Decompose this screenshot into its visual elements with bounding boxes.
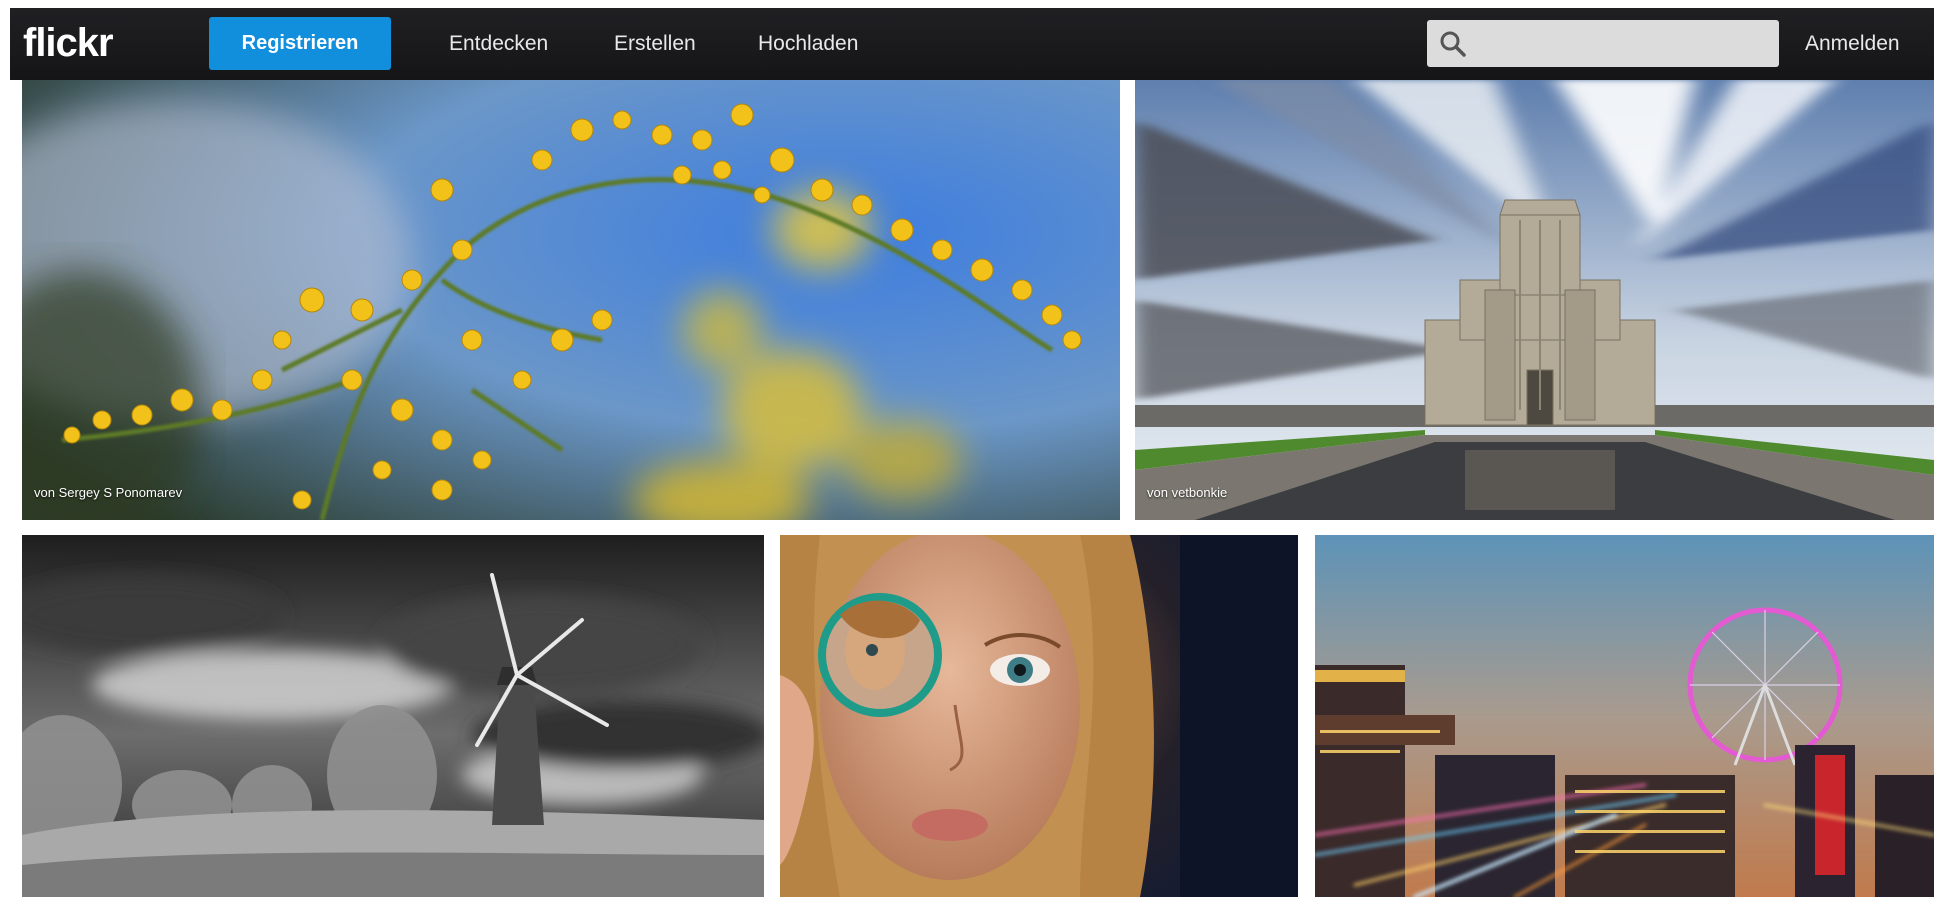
nav-explore[interactable]: Entdecken — [449, 32, 548, 56]
flickr-logo[interactable]: flickr — [23, 20, 114, 66]
search-input[interactable] — [1477, 28, 1771, 60]
photo-tile-building[interactable]: von vetbonkie — [1135, 80, 1934, 520]
flower-photo-image — [22, 80, 1120, 520]
nav-create[interactable]: Erstellen — [614, 32, 696, 56]
photo-tile-flower[interactable]: von Sergey S Ponomarev — [22, 80, 1120, 520]
login-link[interactable]: Anmelden — [1805, 32, 1900, 56]
city-photo-image — [1315, 535, 1934, 897]
photo-credit[interactable]: von Sergey S Ponomarev — [34, 485, 182, 500]
photo-tile-windmill[interactable] — [22, 535, 764, 897]
photo-tile-city[interactable] — [1315, 535, 1934, 897]
search-box[interactable] — [1427, 20, 1779, 67]
windmill-photo-image — [22, 535, 764, 897]
top-navigation-bar: flickr Registrieren Entdecken Erstellen … — [10, 8, 1934, 80]
photo-credit[interactable]: von vetbonkie — [1147, 485, 1227, 500]
register-button[interactable]: Registrieren — [209, 17, 391, 70]
girl-photo-image — [780, 535, 1298, 897]
building-photo-image — [1135, 80, 1934, 520]
search-icon[interactable] — [1439, 30, 1467, 58]
photo-tile-girl-magnifier[interactable] — [780, 535, 1298, 897]
nav-upload[interactable]: Hochladen — [758, 32, 858, 56]
